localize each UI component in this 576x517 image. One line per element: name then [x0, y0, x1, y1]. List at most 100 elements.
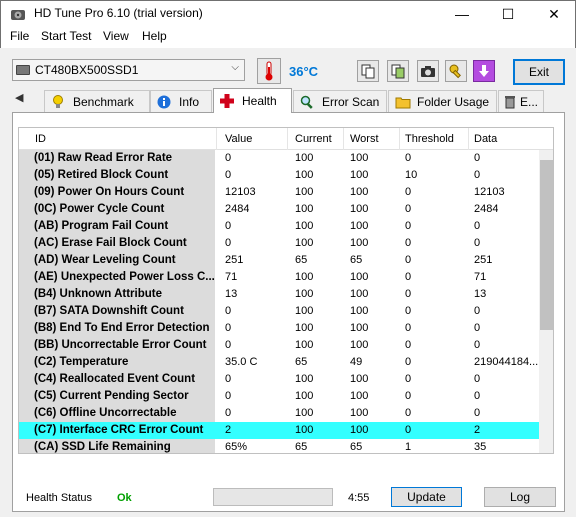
attribute-name: (09) Power On Hours Count — [19, 184, 215, 201]
table-row[interactable]: (BB) Uncorrectable Error Count 0 100 100 0 0 — [19, 337, 539, 354]
table-row[interactable]: (01) Raw Read Error Rate 0 100 100 0 0 — [19, 150, 539, 167]
attribute-threshold: 0 — [405, 356, 412, 368]
column-header-current[interactable]: Current — [295, 133, 332, 145]
table-row[interactable]: (AD) Wear Leveling Count 251 65 65 0 251 — [19, 252, 539, 269]
copy-image-button[interactable] — [387, 60, 409, 82]
lightbulb-icon — [51, 94, 65, 109]
menu-view[interactable]: View — [103, 29, 129, 43]
column-header-threshold[interactable]: Threshold — [405, 133, 454, 145]
table-row[interactable]: (C5) Current Pending Sector 0 100 100 0 0 — [19, 388, 539, 405]
table-row[interactable]: (C7) Interface CRC Error Count 2 100 100 0 2 — [19, 422, 539, 439]
table-row[interactable]: (B4) Unknown Attribute 13 100 100 0 13 — [19, 286, 539, 303]
attribute-name: (B8) End To End Error Detection — [19, 320, 215, 337]
maximize-button[interactable]: ☐ — [485, 1, 531, 27]
drive-name: CT480BX500SSD1 — [35, 63, 139, 77]
attribute-worst: 100 — [350, 288, 369, 300]
health-status-value: Ok — [117, 492, 132, 504]
attribute-name: (C5) Current Pending Sector — [19, 388, 215, 405]
minimize-button[interactable]: — — [439, 1, 485, 27]
close-button[interactable]: ✕ — [531, 1, 576, 27]
attribute-value: 71 — [225, 271, 238, 283]
tab-erase[interactable]: E... — [498, 90, 544, 112]
table-row[interactable]: (C2) Temperature 35.0 C 65 49 0 219044184... — [19, 354, 539, 371]
tab-error-scan[interactable]: Error Scan — [293, 90, 387, 112]
menu-file[interactable]: File — [10, 29, 29, 43]
attribute-data: 0 — [474, 220, 481, 232]
attribute-worst: 100 — [350, 373, 369, 385]
attribute-worst: 100 — [350, 407, 369, 419]
table-row[interactable]: (09) Power On Hours Count 12103 100 100 0 121… — [19, 184, 539, 201]
attribute-data: 12103 — [474, 186, 505, 198]
menu-help[interactable]: Help — [142, 29, 167, 43]
copy-text-button[interactable] — [357, 60, 379, 82]
attribute-value: 0 — [225, 305, 232, 317]
tab-folder-usage[interactable]: Folder Usage — [388, 90, 497, 112]
window-title: HD Tune Pro 6.10 (trial version) — [34, 6, 203, 20]
column-header-worst[interactable]: Worst — [350, 133, 379, 145]
attribute-name: (01) Raw Read Error Rate — [19, 150, 215, 167]
attribute-data: 251 — [474, 254, 493, 266]
attribute-current: 100 — [295, 339, 314, 351]
attribute-name: (CA) SSD Life Remaining — [19, 439, 215, 453]
attribute-current: 100 — [295, 203, 314, 215]
tab-health-label: Health — [242, 94, 277, 108]
tab-benchmark[interactable]: Benchmark — [44, 90, 150, 112]
attribute-data: 0 — [474, 390, 481, 402]
drive-select[interactable]: CT480BX500SSD1 ⌵ — [12, 59, 245, 81]
attribute-worst: 100 — [350, 339, 369, 351]
tab-info-label: Info — [179, 94, 200, 109]
column-header-data[interactable]: Data — [474, 133, 497, 145]
attribute-value: 65% — [225, 441, 248, 453]
attribute-worst: 100 — [350, 152, 369, 164]
attribute-value: 0 — [225, 407, 232, 419]
log-button[interactable]: Log — [484, 487, 556, 507]
attribute-value: 35.0 C — [225, 356, 258, 368]
tab-info[interactable]: Info — [150, 90, 212, 112]
table-row[interactable]: (C4) Reallocated Event Count 0 100 100 0 0 — [19, 371, 539, 388]
attribute-worst: 49 — [350, 356, 363, 368]
attribute-data: 0 — [474, 407, 481, 419]
screenshot-button[interactable] — [417, 60, 439, 82]
attribute-data: 0 — [474, 152, 481, 164]
attribute-threshold: 0 — [405, 237, 412, 249]
attribute-current: 65 — [295, 441, 308, 453]
attribute-current: 100 — [295, 407, 314, 419]
attribute-threshold: 0 — [405, 339, 412, 351]
scrollbar-thumb[interactable] — [540, 160, 553, 330]
options-button[interactable] — [445, 60, 467, 82]
table-row[interactable]: (05) Retired Block Count 0 100 100 10 0 — [19, 167, 539, 184]
table-row[interactable]: (0C) Power Cycle Count 2484 100 100 0 2484 — [19, 201, 539, 218]
column-header-value[interactable]: Value — [225, 133, 252, 145]
table-row[interactable]: (AC) Erase Fail Block Count 0 100 100 0 0 — [19, 235, 539, 252]
table-header: ID Value Current Worst Threshold Data — [19, 128, 553, 150]
table-row[interactable]: (AE) Unexpected Power Loss C... 71 100 100 0… — [19, 269, 539, 286]
attribute-threshold: 0 — [405, 373, 412, 385]
exit-button[interactable]: Exit — [513, 59, 565, 85]
attribute-name: (C6) Offline Uncorrectable — [19, 405, 215, 422]
menu-start-test[interactable]: Start Test — [41, 29, 91, 43]
attribute-name: (C2) Temperature — [19, 354, 215, 371]
tab-benchmark-label: Benchmark — [73, 94, 134, 109]
attribute-value: 0 — [225, 152, 232, 164]
attribute-data: 0 — [474, 237, 481, 249]
download-arrow-icon — [479, 65, 489, 77]
tab-scroll-left-icon[interactable]: ◀ — [15, 91, 23, 104]
attribute-worst: 100 — [350, 186, 369, 198]
save-button[interactable] — [473, 60, 495, 82]
vertical-scrollbar[interactable] — [539, 150, 553, 453]
tab-health[interactable]: Health — [213, 88, 292, 113]
table-row[interactable]: (B7) SATA Downshift Count 0 100 100 0 0 — [19, 303, 539, 320]
attribute-threshold: 0 — [405, 305, 412, 317]
attribute-current: 100 — [295, 322, 314, 334]
chevron-down-icon: ⌵ — [231, 62, 239, 73]
table-row[interactable]: (AB) Program Fail Count 0 100 100 0 0 — [19, 218, 539, 235]
attribute-value: 13 — [225, 288, 238, 300]
table-row[interactable]: (B8) End To End Error Detection 0 100 100 0 0 — [19, 320, 539, 337]
table-row[interactable]: (CA) SSD Life Remaining 65% 65 65 1 35 — [19, 439, 539, 453]
table-row[interactable]: (C6) Offline Uncorrectable 0 100 100 0 0 — [19, 405, 539, 422]
attribute-name: (05) Retired Block Count — [19, 167, 215, 184]
column-header-id[interactable]: ID — [35, 133, 46, 145]
temperature-readout: 36°C — [289, 64, 319, 79]
attribute-threshold: 0 — [405, 288, 412, 300]
update-button[interactable]: Update — [391, 487, 462, 507]
